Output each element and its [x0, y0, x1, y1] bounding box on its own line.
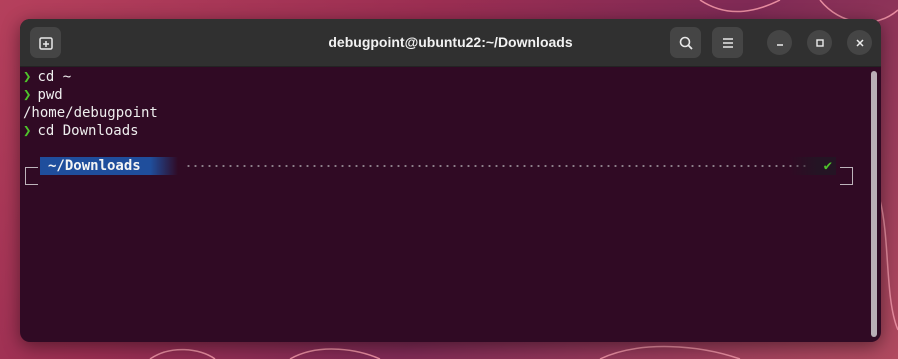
maximize-icon: [815, 38, 824, 47]
prompt-filler-dots: [185, 165, 806, 167]
prompt-frame-left: [25, 167, 38, 185]
terminal-output-line: /home/debugpoint: [23, 104, 158, 122]
terminal-line: ❯ cd Downloads: [23, 122, 139, 140]
close-icon: [855, 38, 864, 47]
prompt-chevron: ❯: [23, 123, 32, 139]
prompt-status-segment: ✔: [790, 157, 836, 175]
close-button[interactable]: [847, 30, 872, 55]
terminal-line: ❯ pwd: [23, 86, 63, 104]
success-check-icon: ✔: [823, 158, 832, 174]
prompt-directory-segment: ~/Downloads: [40, 157, 178, 175]
hamburger-menu-icon: [722, 37, 733, 48]
terminal-window: debugpoint@ubuntu22:~/Downloads ❯ cd ~ ❯…: [20, 19, 881, 342]
prompt-chevron: ❯: [23, 87, 32, 103]
minimize-button[interactable]: [767, 30, 792, 55]
search-button[interactable]: [670, 27, 701, 58]
maximize-button[interactable]: [807, 30, 832, 55]
command-text: pwd: [37, 87, 63, 103]
minimize-icon: [776, 43, 783, 46]
terminal-line: ❯ cd ~: [23, 68, 71, 86]
output-text: /home/debugpoint: [23, 105, 158, 121]
menu-button[interactable]: [712, 27, 743, 58]
command-text: cd Downloads: [37, 123, 139, 139]
title-bar[interactable]: debugpoint@ubuntu22:~/Downloads: [20, 19, 881, 67]
search-icon: [679, 36, 693, 50]
terminal-content[interactable]: ❯ cd ~ ❯ pwd /home/debugpoint ❯ cd Download…: [20, 67, 881, 342]
new-tab-button[interactable]: [30, 27, 61, 58]
command-text: cd ~: [37, 69, 72, 85]
prompt-frame-right: [840, 167, 853, 185]
window-title: debugpoint@ubuntu22:~/Downloads: [328, 34, 573, 50]
prompt-chevron: ❯: [23, 69, 32, 85]
new-tab-icon: [38, 36, 53, 50]
scrollbar[interactable]: [871, 71, 877, 337]
